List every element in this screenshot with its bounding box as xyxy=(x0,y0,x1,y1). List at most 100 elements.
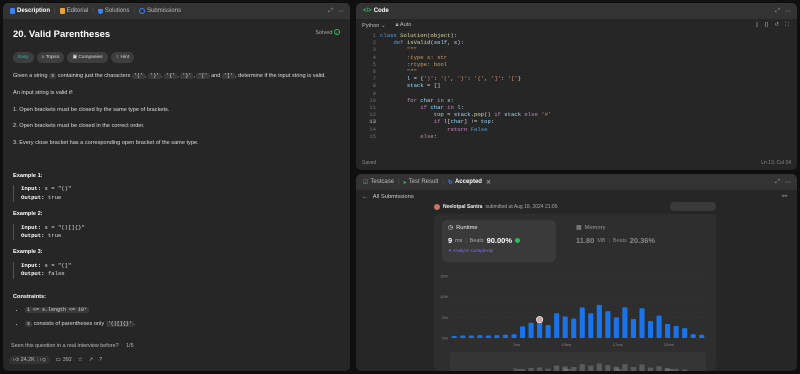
chart-bar xyxy=(494,335,500,338)
chart-bar xyxy=(579,307,585,338)
overview-bar xyxy=(571,366,577,371)
x-tick-label: 7ms xyxy=(513,342,521,347)
chart-bar xyxy=(613,317,619,338)
overview-bar xyxy=(682,369,688,371)
check-circle-icon xyxy=(515,238,520,243)
chart-bar xyxy=(639,308,645,338)
like-button[interactable]: 👍︎ 24.2K | 👎︎ xyxy=(9,356,50,364)
overview-bar xyxy=(596,363,602,371)
chart-bar xyxy=(519,326,526,338)
lock-icon: 🔒︎ xyxy=(395,22,399,28)
topics-tag[interactable]: ⌂ Topics xyxy=(36,51,65,64)
language-select[interactable]: Python ⌄ xyxy=(362,23,386,29)
line-number: 7 xyxy=(372,75,376,83)
bookmark-icon[interactable]: ▯ xyxy=(756,22,759,29)
editorial-button[interactable] xyxy=(670,202,716,211)
memory-metric[interactable]: ▦ Memory 11.80 MB | Beats 20.36% xyxy=(570,220,700,262)
overview-bar xyxy=(519,369,526,371)
tab-code[interactable]: </> Code xyxy=(360,3,392,19)
overview-bar xyxy=(639,364,645,371)
help-icon: ? xyxy=(99,357,103,363)
line-number: 6 xyxy=(372,68,376,75)
tab-solutions[interactable]: Solutions xyxy=(95,3,133,19)
chart-bar xyxy=(630,318,637,338)
save-status: Saved xyxy=(362,160,377,166)
chart-bar xyxy=(605,311,611,338)
left-tabbar: Description | Editorial | Solutions | Su… xyxy=(3,3,350,19)
x-tick-label: 22ms xyxy=(664,342,674,347)
star-icon: ☆ xyxy=(77,357,83,363)
y-tick-label: 10% xyxy=(440,294,448,299)
problem-tags: Easy ⌂ Topics ▣ Companies ♀ Hint xyxy=(13,51,340,64)
tab-description[interactable]: Description xyxy=(7,3,53,19)
favorite-button[interactable]: ☆ xyxy=(78,357,83,363)
description-icon xyxy=(10,8,15,14)
example-3: Example 3: Input: s = "(]" Output: false xyxy=(13,248,340,279)
valid-if-text: An input string is valid if: xyxy=(13,89,74,96)
line-number: 12 xyxy=(369,111,376,119)
flask-icon xyxy=(97,8,103,14)
line-number: 15 xyxy=(369,132,376,140)
companies-tag[interactable]: ▣ Companies xyxy=(67,51,108,64)
more-icon[interactable]: ⋯ xyxy=(785,179,791,186)
chart-bar xyxy=(562,316,568,338)
chart-bar xyxy=(485,335,491,338)
more-icon[interactable]: ⋯ xyxy=(785,8,791,15)
runtime-metric[interactable]: ◷ Runtime 9 ms | Beats 90.00% ✦ Analyze C… xyxy=(442,220,556,262)
braces-icon[interactable]: {} xyxy=(765,22,769,29)
chart-bar xyxy=(665,323,671,338)
comments-button[interactable]: ▭ 392 xyxy=(56,357,72,363)
overview-bar xyxy=(528,368,534,371)
overview-bar xyxy=(554,365,560,371)
chart-bar xyxy=(554,313,560,338)
line-number: 10 xyxy=(369,96,376,104)
tab-test-result[interactable]: ▸ Test Result xyxy=(401,174,442,190)
chart-bar xyxy=(596,304,602,338)
code-statusbar: Saved Ln 13, Col 34 xyxy=(356,156,797,170)
code-editor[interactable]: 1 2 3 4 5 6 7 8 9 10 11 12 13 14 15 class Solution(obj… xyxy=(356,32,797,154)
tab-editorial[interactable]: Editorial xyxy=(57,3,92,19)
tab-testcase[interactable]: ☑ Testcase xyxy=(360,174,397,190)
close-icon[interactable]: ✕ xyxy=(486,179,491,186)
code-icon: </> xyxy=(363,8,372,14)
result-panel: ☑ Testcase | ▸ Test Result | ↻ Accepted … xyxy=(356,174,797,371)
analyze-complexity-link[interactable]: ✦ Analyze Complexity xyxy=(448,248,550,254)
maximize-icon[interactable]: ⤢ xyxy=(775,8,780,15)
chevron-down-icon: ⌄ xyxy=(380,22,386,29)
tab-submissions[interactable]: Submissions xyxy=(136,3,184,19)
check-circle-icon: ✓ xyxy=(334,29,340,35)
link-icon[interactable]: ⚯ xyxy=(782,194,787,200)
cursor-position: Ln 13, Col 34 xyxy=(761,160,791,166)
chart-bar xyxy=(545,325,551,338)
x-tick-label: 13ms xyxy=(562,342,572,347)
example-1: Example 1: Input: s = "()" Output: true xyxy=(13,172,340,202)
overview-bar xyxy=(622,364,628,371)
reset-icon[interactable]: ↺ xyxy=(774,22,779,29)
description-footer: Seen this question in a real interview b… xyxy=(3,341,350,371)
autosave-toggle[interactable]: 🔒︎ Auto xyxy=(396,22,412,29)
expand-icon[interactable]: ⛶ xyxy=(785,22,789,29)
difficulty-tag[interactable]: Easy xyxy=(13,51,34,64)
maximize-icon[interactable]: ⤢ xyxy=(328,8,333,15)
chart-bar xyxy=(682,328,688,338)
submission-card: ◷ Runtime 9 ms | Beats 90.00% ✦ Analyze C… xyxy=(434,214,716,371)
hint-tag[interactable]: ♀ Hint xyxy=(110,51,135,64)
chart-bar xyxy=(690,334,696,338)
chart-bar xyxy=(656,315,662,338)
problem-intro: Given a string s containing just the cha… xyxy=(13,73,326,80)
avatar xyxy=(434,203,440,210)
tab-accepted[interactable]: ↻ Accepted ✕ xyxy=(445,174,494,190)
chart-bar xyxy=(511,334,517,338)
chart-bar xyxy=(647,321,654,338)
more-icon[interactable]: ⋯ xyxy=(338,8,344,15)
chart-bar xyxy=(451,335,457,338)
back-arrow-icon[interactable]: ← xyxy=(362,194,368,200)
help-button[interactable]: ? xyxy=(99,357,102,363)
maximize-icon[interactable]: ⤢ xyxy=(775,179,780,186)
all-submissions-link[interactable]: All Submissions xyxy=(373,194,414,200)
line-number: 5 xyxy=(372,60,376,68)
line-number: 1 xyxy=(372,32,376,39)
share-button[interactable]: ↗ xyxy=(89,357,94,363)
line-number: 9 xyxy=(372,89,376,97)
chart-bar xyxy=(622,307,628,338)
